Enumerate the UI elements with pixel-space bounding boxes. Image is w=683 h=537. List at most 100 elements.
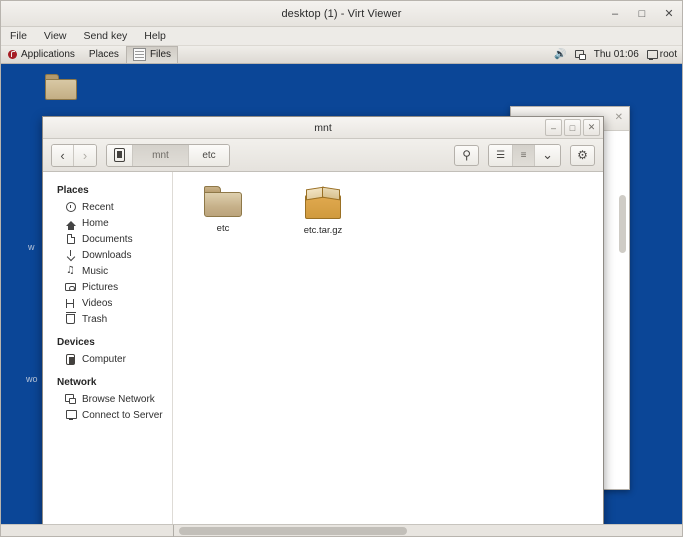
fedora-logo-icon xyxy=(8,50,17,59)
camera-icon xyxy=(65,282,76,293)
sidebar-item-pictures[interactable]: Pictures xyxy=(43,279,172,295)
files-close-button[interactable]: ✕ xyxy=(583,119,600,136)
files-window-controls: – □ ✕ xyxy=(545,119,600,136)
viewer-horizontal-scrollbar[interactable] xyxy=(1,524,682,537)
film-icon xyxy=(65,298,76,309)
desktop-icon-etc-top[interactable] xyxy=(33,74,89,100)
folder-icon xyxy=(45,74,77,100)
clock-icon xyxy=(65,202,76,213)
document-icon xyxy=(65,234,76,245)
applications-menu-label: Applications xyxy=(21,49,75,60)
gear-icon[interactable]: ⚙ xyxy=(570,144,595,166)
sidebar-item-music[interactable]: ♫ Music xyxy=(43,263,172,279)
icon-grid: etc etc.tar.gz xyxy=(173,184,603,236)
guest-desktop: etc w wo ✕ ed, s, mnt – □ ✕ xyxy=(1,64,682,524)
sidebar-section-network: Network xyxy=(57,377,97,388)
close-button[interactable]: ✕ xyxy=(662,7,676,21)
file-list-pane[interactable]: etc etc.tar.gz xyxy=(173,172,603,524)
sidebar-item-label: Connect to Server xyxy=(82,409,163,421)
places-menu[interactable]: Places xyxy=(82,46,126,64)
sidebar-item-label: Documents xyxy=(82,233,133,245)
network-icon xyxy=(65,394,76,405)
volume-icon[interactable]: 🔊 xyxy=(554,49,566,60)
viewer-menubar: File View Send key Help xyxy=(1,27,682,46)
list-view-icon[interactable]: ☰ xyxy=(489,144,514,166)
file-item-label: etc.tar.gz xyxy=(303,225,343,236)
home-icon xyxy=(65,218,76,230)
search-icon[interactable]: ⚲ xyxy=(454,144,480,166)
sidebar-item-recent[interactable]: Recent xyxy=(43,199,172,215)
user-menu[interactable]: root xyxy=(646,49,677,60)
computer-icon xyxy=(65,353,76,365)
user-menu-label: root xyxy=(659,49,677,60)
taskbar-item-files[interactable]: Files xyxy=(125,45,179,64)
breadcrumb-item-mnt[interactable]: mnt xyxy=(133,144,189,166)
maximize-button[interactable]: □ xyxy=(635,7,649,21)
folder-icon xyxy=(204,186,242,217)
sidebar-item-documents[interactable]: Documents xyxy=(43,231,172,247)
forward-button[interactable]: › xyxy=(74,144,96,166)
sidebar-item-connect-to-server[interactable]: Connect to Server xyxy=(43,407,172,423)
sidebar-item-label: Browse Network xyxy=(82,393,155,405)
scrollbar-thumb[interactable] xyxy=(179,527,407,535)
file-item-etc[interactable]: etc xyxy=(185,184,261,236)
sidebar-item-browse-network[interactable]: Browse Network xyxy=(43,391,172,407)
viewer-titlebar: desktop (1) - Virt Viewer – □ ✕ xyxy=(1,1,682,27)
background-window-scrollbar[interactable] xyxy=(619,195,626,253)
sidebar-item-home[interactable]: Home xyxy=(43,215,172,231)
view-mode-switcher: ☰ ≡ ⌄ xyxy=(488,143,561,167)
menu-help[interactable]: Help xyxy=(142,29,168,43)
breadcrumb-item-etc[interactable]: etc xyxy=(189,144,229,166)
desktop-ghost-label-1: w xyxy=(28,242,35,252)
sidebar-item-label: Computer xyxy=(82,353,126,365)
sidebar-item-label: Downloads xyxy=(82,249,132,261)
sidebar-item-label: Music xyxy=(82,265,109,277)
server-icon xyxy=(65,410,77,421)
menu-view[interactable]: View xyxy=(42,29,69,43)
sidebar-item-label: Recent xyxy=(82,201,114,213)
places-menu-label: Places xyxy=(88,49,119,60)
grid-view-icon[interactable]: ≡ xyxy=(513,144,536,166)
breadcrumb-device-button[interactable] xyxy=(107,144,133,166)
panel-right-group: 🔊 Thu 01:06 root xyxy=(554,46,677,64)
files-titlebar: mnt – □ ✕ xyxy=(43,117,603,139)
user-icon xyxy=(646,49,658,60)
back-button[interactable]: ‹ xyxy=(52,144,74,166)
sidebar-item-downloads[interactable]: Downloads xyxy=(43,247,172,263)
scrollbar-tick xyxy=(173,525,174,537)
music-note-icon: ♫ xyxy=(66,265,75,276)
menu-send-key[interactable]: Send key xyxy=(82,29,130,43)
device-icon xyxy=(114,148,125,162)
viewer-window-controls: – □ ✕ xyxy=(608,1,676,27)
files-app-icon xyxy=(132,48,146,61)
download-icon xyxy=(65,249,76,261)
menu-file[interactable]: File xyxy=(8,29,29,43)
chevron-down-icon[interactable]: ⌄ xyxy=(535,144,560,166)
file-item-etc-tar-gz[interactable]: etc.tar.gz xyxy=(285,184,361,236)
sidebar-item-label: Trash xyxy=(82,313,108,325)
sidebar-item-trash[interactable]: Trash xyxy=(43,311,172,327)
applications-menu[interactable]: Applications xyxy=(1,46,82,64)
network-icon[interactable] xyxy=(574,49,586,60)
minimize-button[interactable]: – xyxy=(608,7,622,21)
files-maximize-button[interactable]: □ xyxy=(564,119,581,136)
files-body: Places Recent Home Documents Downloads ♫… xyxy=(43,172,603,524)
archive-icon xyxy=(305,186,341,219)
sidebar-section-places: Places xyxy=(57,185,89,196)
sidebar-item-label: Pictures xyxy=(82,281,119,293)
files-minimize-button[interactable]: – xyxy=(545,119,562,136)
sidebar-item-label: Home xyxy=(82,217,109,229)
panel-left-group: Applications Places Files xyxy=(1,45,179,64)
sidebar-section-devices: Devices xyxy=(57,337,95,348)
file-item-label: etc xyxy=(216,223,230,234)
sidebar-item-videos[interactable]: Videos xyxy=(43,295,172,311)
gnome-top-panel: Applications Places Files 🔊 Thu 01:06 ro… xyxy=(1,45,682,64)
breadcrumb: mnt etc xyxy=(106,143,230,167)
virt-viewer-window: desktop (1) - Virt Viewer – □ ✕ File Vie… xyxy=(0,0,683,537)
close-icon[interactable]: ✕ xyxy=(615,112,623,123)
sidebar: Places Recent Home Documents Downloads ♫… xyxy=(43,172,173,524)
taskbar-item-files-label: Files xyxy=(149,49,172,60)
files-window: mnt – □ ✕ ‹ › mnt etc ⚲ ☰ ≡ ⌄ ⚙ Places R… xyxy=(42,116,604,524)
clock-label[interactable]: Thu 01:06 xyxy=(594,49,639,60)
sidebar-item-computer[interactable]: Computer xyxy=(43,351,172,367)
